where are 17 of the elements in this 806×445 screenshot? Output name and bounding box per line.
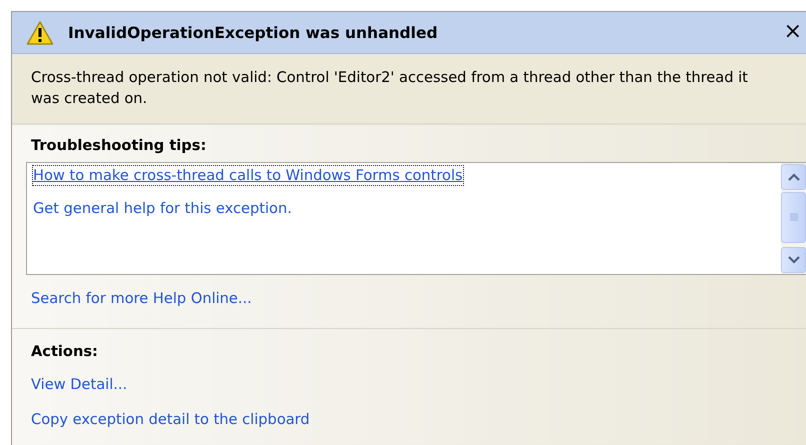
action-link[interactable]: Copy exception detail to the clipboard: [31, 411, 310, 428]
tip-link[interactable]: Get general help for this exception.: [33, 199, 292, 218]
dialog-title: InvalidOperationException was unhandled: [68, 24, 438, 42]
section-heading: Actions:: [31, 343, 98, 360]
scroll-down-button[interactable]: [781, 247, 806, 273]
warning-icon: [26, 20, 54, 46]
scroll-up-button[interactable]: [781, 164, 806, 190]
section-heading: Troubleshooting tips:: [31, 137, 206, 154]
close-button[interactable]: ×: [780, 20, 806, 44]
chevron-down-icon: [788, 256, 800, 264]
tip-link[interactable]: How to make cross-thread calls to Windows Forms controls: [33, 166, 463, 185]
help-online-link[interactable]: Search for more Help Online...: [31, 289, 252, 308]
action-link[interactable]: View Detail...: [31, 376, 128, 393]
grip-icon: [788, 212, 798, 222]
chevron-up-icon: [788, 172, 800, 181]
scroll-thumb[interactable]: [781, 192, 806, 244]
error-message: Cross-thread operation not valid: Control 'Editor2' accessed from a thread other than the thread it was created on.: [31, 68, 749, 109]
